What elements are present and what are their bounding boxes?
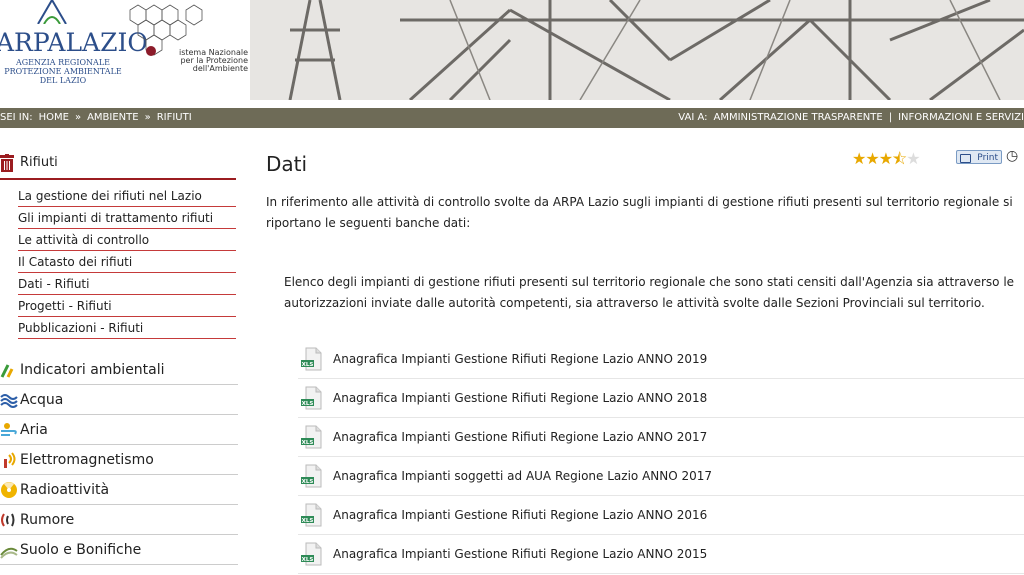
file-download-row[interactable]: XLS Anagrafica Impianti Gestione Rifiuti … <box>298 497 1024 535</box>
soil-icon <box>0 547 18 559</box>
sidebar-item-gestione-rifiuti[interactable]: La gestione dei rifiuti nel Lazio <box>18 186 236 207</box>
category-label: Indicatori ambientali <box>20 362 165 378</box>
air-icon <box>1 423 17 436</box>
xls-file-icon: XLS <box>301 503 322 527</box>
star-icon[interactable]: ★ <box>865 149 879 168</box>
quick-links: VAI A: AMMINISTRAZIONE TRASPARENTE | INFORM… <box>672 108 1024 128</box>
print-button[interactable]: Print <box>956 150 1002 164</box>
sidebar-item-radioattivita[interactable]: Radioattività <box>0 476 238 505</box>
xls-file-icon: XLS <box>301 464 322 488</box>
link-amministrazione-trasparente[interactable]: AMMINISTRAZIONE TRASPARENTE <box>714 112 883 123</box>
file-type-label: XLS <box>302 479 314 485</box>
sidebar-item-attivita-controllo[interactable]: Le attività di controllo <box>18 230 236 251</box>
logo-subtitle: AGENZIA REGIONALE PROTEZIONE AMBIENTALE … <box>0 58 128 85</box>
sidebar-item-impianti-trattamento[interactable]: Gli impianti di trattamento rifiuti <box>18 208 236 229</box>
file-link[interactable]: Anagrafica Impianti Gestione Rifiuti Reg… <box>333 547 707 561</box>
arpa-logo-mark-icon <box>37 0 67 24</box>
file-link[interactable]: Anagrafica Impianti Gestione Rifiuti Reg… <box>333 430 707 444</box>
sidebar-item-acqua[interactable]: Acqua <box>0 386 238 415</box>
xls-file-icon: XLS <box>301 542 322 566</box>
logo-sub-line: DEL LAZIO <box>39 76 87 85</box>
breadcrumb-ambiente[interactable]: AMBIENTE <box>87 112 139 123</box>
site-header: ARPALAZIO AGENZIA REGIONALE PROTEZIONE A… <box>0 0 1024 100</box>
breadcrumb-prefix: SEI IN: <box>0 112 33 123</box>
file-type-label: XLS <box>302 401 314 407</box>
intro-text: In riferimento alle attività di controll… <box>266 195 1013 230</box>
file-download-row[interactable]: XLS Anagrafica Impianti Gestione Rifiuti … <box>298 380 1024 418</box>
breadcrumb-separator: » <box>74 112 82 123</box>
file-type-label: XLS <box>302 518 314 524</box>
arpa-logo[interactable]: ARPALAZIO AGENZIA REGIONALE PROTEZIONE A… <box>0 0 250 100</box>
file-type-label: XLS <box>302 440 314 446</box>
sidebar-category-list: Indicatori ambientali Acqua Aria Elettro… <box>0 356 238 566</box>
water-icon <box>0 394 18 408</box>
logo-sub-line: AGENZIA REGIONALE <box>16 58 110 67</box>
snpa-dot-icon <box>146 46 156 56</box>
sidebar-section-title: Rifiuti <box>20 155 58 170</box>
description-text: Elenco degli impianti di gestione rifiut… <box>284 275 1015 310</box>
sidebar-item-aria[interactable]: Aria <box>0 416 238 445</box>
sidebar-sub-list: La gestione dei rifiuti nel Lazio Gli im… <box>18 186 236 340</box>
sidebar-item-dati-rifiuti[interactable]: Dati - Rifiuti <box>18 274 236 295</box>
file-download-row[interactable]: XLS Anagrafica Impianti Gestione Rifiuti … <box>298 419 1024 457</box>
file-link[interactable]: Anagrafica Impianti soggetti ad AUA Regi… <box>333 469 712 483</box>
quick-links-prefix: VAI A: <box>678 112 708 123</box>
category-label: Rumore <box>20 512 75 528</box>
file-link[interactable]: Anagrafica Impianti Gestione Rifiuti Reg… <box>333 391 707 405</box>
category-label: Elettromagnetismo <box>20 452 154 468</box>
sidebar-item-pubblicazioni-rifiuti[interactable]: Pubblicazioni - Rifiuti <box>18 318 236 339</box>
star-icon[interactable]: ★ <box>852 149 866 168</box>
file-list: XLS Anagrafica Impianti Gestione Rifiuti … <box>298 341 1024 575</box>
sidebar-item-elettromagnetismo[interactable]: Elettromagnetismo <box>0 446 238 475</box>
electromagnetism-icon <box>4 452 16 468</box>
category-label: Suolo e Bonifiche <box>20 542 142 558</box>
breadcrumb: SEI IN: HOME » AMBIENTE » RIFIUTI <box>0 108 198 128</box>
sidebar-item-indicatori-ambientali[interactable]: Indicatori ambientali <box>0 356 238 385</box>
half-star-icon[interactable]: ⯪ <box>892 149 907 168</box>
empty-star-icon[interactable]: ★ <box>906 149 920 168</box>
file-download-row[interactable]: XLS Anagrafica Impianti soggetti ad AUA R… <box>298 458 1024 496</box>
file-download-row[interactable]: XLS Anagrafica Impianti Gestione Rifiuti … <box>298 536 1024 574</box>
breadcrumb-separator: » <box>144 112 151 123</box>
xls-file-icon: XLS <box>301 386 322 410</box>
file-type-label: XLS <box>302 557 314 563</box>
category-label: Acqua <box>20 392 64 408</box>
breadcrumb-rifiuti[interactable]: RIFIUTI <box>157 112 192 123</box>
file-link[interactable]: Anagrafica Impianti Gestione Rifiuti Reg… <box>333 508 707 522</box>
logo-sub-line: PROTEZIONE AMBIENTALE <box>4 67 122 76</box>
radioactivity-icon <box>1 482 17 498</box>
page-title: Dati <box>266 152 308 176</box>
sidebar-section-header[interactable]: Rifiuti <box>0 148 236 180</box>
file-download-row[interactable]: XLS Anagrafica Impianti Gestione Rifiuti … <box>298 341 1024 379</box>
breadcrumb-home[interactable]: HOME <box>39 112 69 123</box>
file-type-label: XLS <box>302 362 314 368</box>
clock-icon[interactable]: ◷ <box>1006 148 1018 164</box>
snpa-text: istema Nazionale per la Protezione dell'… <box>158 49 248 73</box>
sidebar-item-suolo-bonifiche[interactable]: Suolo e Bonifiche <box>0 536 238 565</box>
sidebar-item-progetti-rifiuti[interactable]: Progetti - Rifiuti <box>18 296 236 317</box>
category-label: Aria <box>20 422 48 438</box>
indicators-icon <box>0 364 14 378</box>
sidebar-item-catasto-rifiuti[interactable]: Il Catasto dei rifiuti <box>18 252 236 273</box>
category-label: Radioattività <box>20 482 110 498</box>
trash-bin-icon <box>0 154 14 172</box>
noise-icon <box>1 513 15 527</box>
sidebar-item-rumore[interactable]: Rumore <box>0 506 238 535</box>
quick-links-separator: | <box>888 112 893 123</box>
file-link[interactable]: Anagrafica Impianti Gestione Rifiuti Reg… <box>333 352 707 366</box>
snpa-line: dell'Ambiente <box>192 64 248 73</box>
star-icon[interactable]: ★ <box>879 149 893 168</box>
navigation-bar: SEI IN: HOME » AMBIENTE » RIFIUTI VAI A: AMMIN… <box>0 108 1024 128</box>
xls-file-icon: XLS <box>301 425 322 449</box>
xls-file-icon: XLS <box>301 347 322 371</box>
article-tools: ★★★⯪★ Print ◷ <box>852 148 1024 168</box>
star-rating[interactable]: ★★★⯪★ <box>852 148 921 175</box>
header-banner-image <box>250 0 1024 100</box>
link-informazioni-servizi[interactable]: INFORMAZIONI E SERVIZI <box>898 112 1024 123</box>
